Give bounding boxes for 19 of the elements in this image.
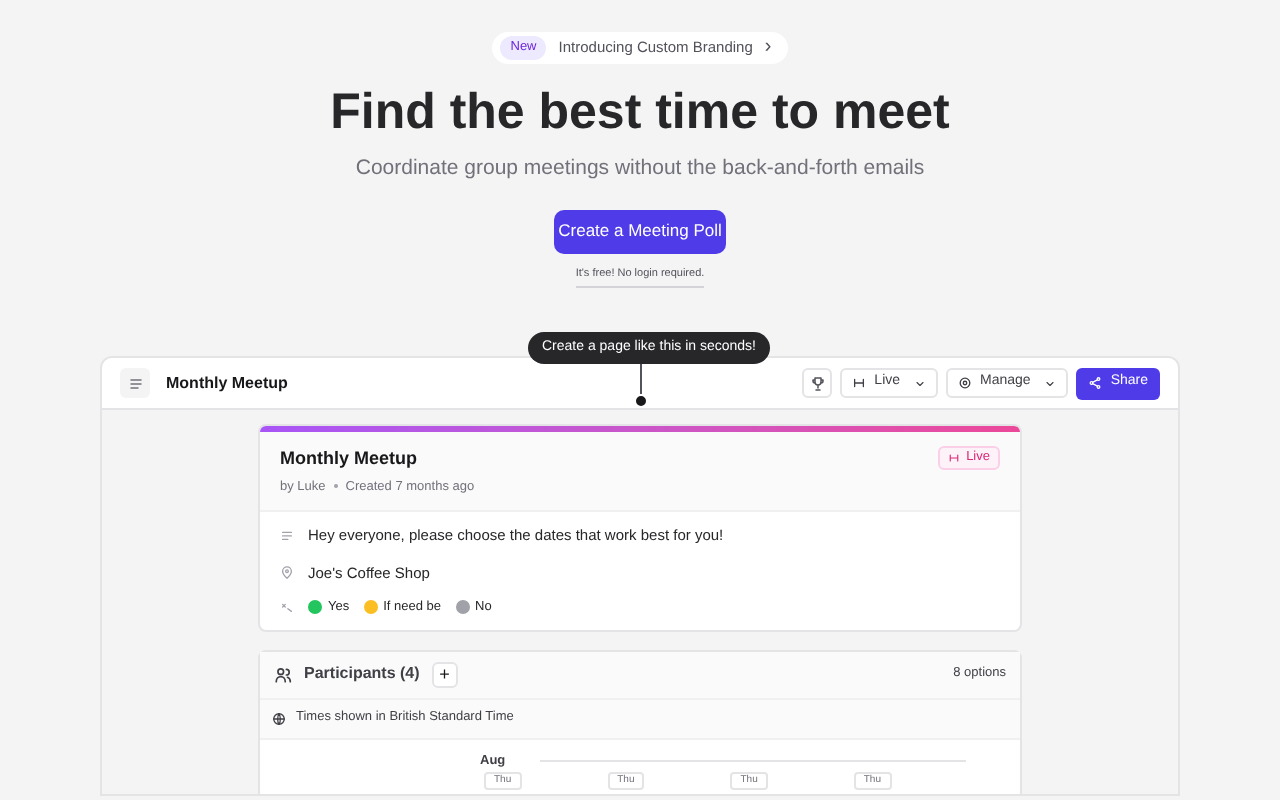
map-pin-icon bbox=[280, 565, 294, 580]
hero-title: Find the best time to meet bbox=[330, 82, 950, 142]
participants-title: Participants (4) bbox=[304, 662, 420, 686]
add-participant-button[interactable]: + bbox=[431, 661, 458, 687]
caret-icon bbox=[914, 377, 927, 389]
poll-title: Monthly Meetup bbox=[280, 446, 419, 472]
text-lines-icon bbox=[280, 528, 294, 543]
trophy-button[interactable] bbox=[802, 368, 833, 398]
menu-button[interactable] bbox=[120, 368, 150, 398]
trophy-icon bbox=[809, 375, 826, 391]
create-poll-button[interactable]: Create a Meeting Poll bbox=[554, 209, 726, 254]
hero-subtitle: Coordinate group meetings without the back-and-forth emails bbox=[355, 154, 925, 184]
globe-icon bbox=[272, 711, 286, 725]
users-icon bbox=[274, 665, 292, 683]
chevron-icon: › bbox=[764, 38, 772, 58]
app-title: Monthly Meetup bbox=[166, 371, 288, 395]
share-icon bbox=[1088, 376, 1103, 390]
caret-icon bbox=[1044, 377, 1057, 389]
menu-icon bbox=[127, 375, 143, 391]
